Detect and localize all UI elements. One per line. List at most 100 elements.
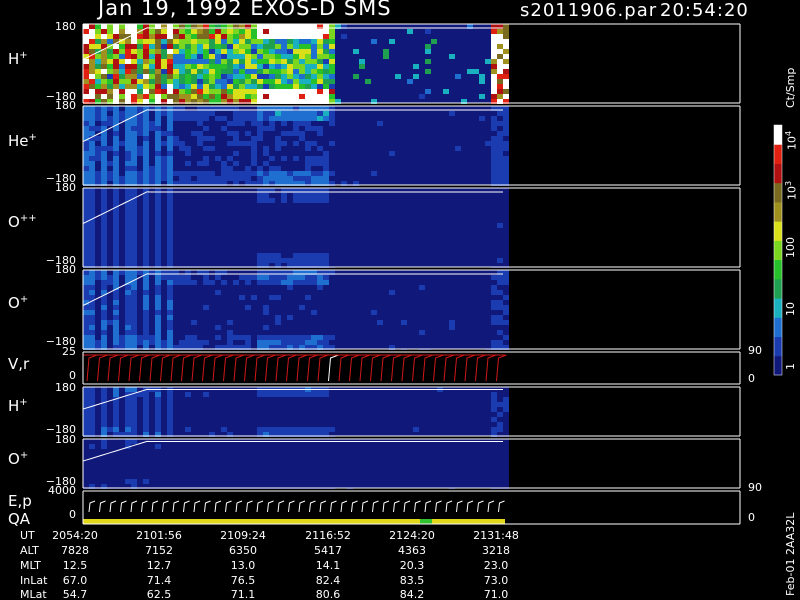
spectrogram-cell <box>317 444 323 449</box>
spectrogram-cell <box>431 469 437 474</box>
spectrogram-cell <box>329 280 335 285</box>
spectrogram-cell <box>83 275 89 280</box>
spectrogram-cell <box>491 146 497 151</box>
spectrogram-cell <box>269 402 275 407</box>
spectrogram-cell <box>107 64 113 69</box>
spectrogram-cell <box>491 141 497 146</box>
spectrogram-cell <box>167 111 173 116</box>
spectrogram-cell <box>209 325 215 330</box>
spectrogram-cell <box>305 121 311 126</box>
spectrogram-cell <box>317 469 323 474</box>
spectrogram-cell <box>275 166 281 171</box>
spectrogram-cell <box>227 69 233 74</box>
spectrogram-cell <box>203 126 209 131</box>
spectrogram-cell <box>173 228 179 233</box>
spectrogram-cell <box>491 248 497 253</box>
spectrogram-cell <box>101 397 107 402</box>
spectrogram-cell <box>233 325 239 330</box>
spectrogram-cell <box>155 136 161 141</box>
spectrogram-cell <box>299 320 305 325</box>
spectrogram-cell <box>257 397 263 402</box>
spectrogram-cell <box>191 320 197 325</box>
spectrogram-cell <box>257 111 263 116</box>
spectrogram-cell <box>191 295 197 300</box>
spectrogram-cell <box>209 315 215 320</box>
spectrogram-cell <box>287 79 293 84</box>
spectrogram-cell <box>503 258 509 263</box>
spectrogram-cell <box>113 280 119 285</box>
spectrogram-cell <box>143 248 149 253</box>
spectrogram-cell <box>107 146 113 151</box>
spectrogram-cell <box>119 340 125 345</box>
spectrogram-cell <box>293 295 299 300</box>
spectrogram-cell <box>197 290 203 295</box>
spectrogram-cell <box>221 275 227 280</box>
spectrogram-cell <box>245 94 251 99</box>
spectrogram-cell <box>443 198 449 203</box>
spectrogram-cell <box>131 156 137 161</box>
spectrogram-cell <box>197 422 203 427</box>
spectrogram-cell <box>179 208 185 213</box>
spectrogram-cell <box>119 49 125 54</box>
spectrogram-cell <box>245 208 251 213</box>
spectrogram-cell <box>161 335 167 340</box>
spectrogram-cell <box>239 459 245 464</box>
spectrogram-cell <box>155 49 161 54</box>
spectrogram-cell <box>161 427 167 432</box>
spectrogram-cell <box>491 402 497 407</box>
spectrogram-cell <box>287 290 293 295</box>
spectrogram-cell <box>491 275 497 280</box>
spectrogram-cell <box>101 54 107 59</box>
spectrogram-cell <box>185 161 191 166</box>
spectrogram-cell <box>275 412 281 417</box>
spectrogram-cell <box>137 131 143 136</box>
spectrogram-cell <box>281 280 287 285</box>
cell: 73.0 <box>483 574 509 587</box>
spectrogram-cell <box>437 218 443 223</box>
spectrogram-cell <box>503 320 509 325</box>
spectrogram-cell <box>227 84 233 89</box>
spectrogram-cell <box>197 213 203 218</box>
spectrogram-cell <box>275 223 281 228</box>
spectrogram-cell <box>269 156 275 161</box>
spectrogram-cell <box>263 166 269 171</box>
spectrogram-cell <box>179 479 185 484</box>
spectrogram-cell <box>491 280 497 285</box>
spectrogram-cell <box>275 94 281 99</box>
spectrogram-cell <box>221 136 227 141</box>
spectrogram-cell <box>203 402 209 407</box>
spectrogram-cell <box>197 218 203 223</box>
spectrogram-cell <box>209 407 215 412</box>
spectrogram-cell <box>155 285 161 290</box>
spectrogram-cell <box>215 54 221 59</box>
spectrogram-cell <box>155 213 161 218</box>
spectrogram-cell <box>311 315 317 320</box>
spectrogram-cell <box>137 171 143 176</box>
spectrogram-cell <box>311 422 317 427</box>
spectrogram-cell <box>149 417 155 422</box>
spectrogram-cell <box>311 121 317 126</box>
spectrogram-cell <box>317 330 323 335</box>
spectrogram-cell <box>251 464 257 469</box>
spectrogram-cell <box>89 290 95 295</box>
spectrogram-cell <box>317 156 323 161</box>
spectrogram-cell <box>233 238 239 243</box>
spectrogram-cell <box>95 151 101 156</box>
spectrogram-cell <box>143 407 149 412</box>
spectrogram-cell <box>215 325 221 330</box>
spectrogram-cell <box>323 94 329 99</box>
spectrogram-cell <box>503 305 509 310</box>
spectrogram-cell <box>287 146 293 151</box>
spectrogram-cell <box>209 166 215 171</box>
spectrogram-cell <box>215 198 221 203</box>
spectrogram-cell <box>275 454 281 459</box>
spectrogram-cell <box>155 131 161 136</box>
spectrogram-cell <box>83 141 89 146</box>
spectrogram-cell <box>311 397 317 402</box>
spectrogram-cell <box>263 203 269 208</box>
spectrogram-cell <box>155 233 161 238</box>
spectrogram-cell <box>239 397 245 402</box>
spectrogram-cell <box>227 34 233 39</box>
spectrogram-cell <box>263 330 269 335</box>
spectrogram-cell <box>131 422 137 427</box>
